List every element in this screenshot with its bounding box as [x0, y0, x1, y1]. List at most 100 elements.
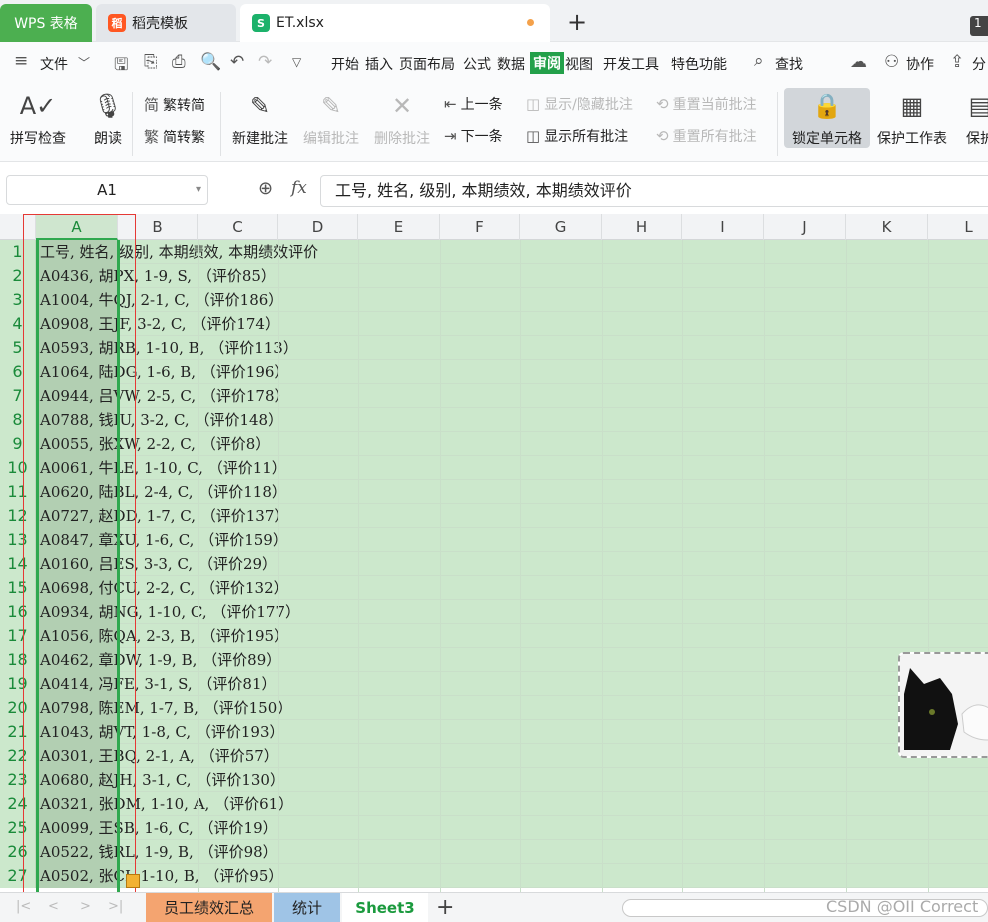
user-collab-icon[interactable]: ⚇ [884, 52, 899, 72]
row-header[interactable]: 27 [0, 864, 36, 888]
column-header-l[interactable]: L [928, 214, 988, 240]
menu-developer[interactable]: 开发工具 [603, 54, 659, 74]
row-header[interactable]: 20 [0, 696, 36, 720]
menu-review[interactable]: 审阅 [530, 52, 564, 74]
chevron-down-icon[interactable]: ﹀ [78, 54, 90, 71]
save-icon[interactable]: 🖫 [114, 52, 128, 81]
new-comment-button[interactable]: ✎ 新建批注 [232, 88, 288, 148]
tab-et-xlsx[interactable]: S ET.xlsx [240, 4, 550, 42]
cloud-sync-icon[interactable]: ☁ [850, 52, 867, 72]
menu-home[interactable]: 开始 [331, 54, 359, 74]
row-header[interactable]: 12 [0, 504, 36, 528]
sheet-tab-sheet3[interactable]: Sheet3 [342, 893, 428, 922]
column-header-b[interactable]: B [118, 214, 198, 240]
row-header[interactable]: 24 [0, 792, 36, 816]
formula-input[interactable]: 工号, 姓名, 级别, 本期绩效, 本期绩效评价 [320, 175, 988, 207]
add-sheet-icon[interactable]: + [436, 895, 454, 920]
menu-data[interactable]: 数据 [497, 54, 525, 74]
row-header[interactable]: 9 [0, 432, 36, 456]
column-header-c[interactable]: C [198, 214, 278, 240]
column-header-f[interactable]: F [440, 214, 520, 240]
column-header-h[interactable]: H [602, 214, 682, 240]
row-header[interactable]: 13 [0, 528, 36, 552]
column-header-g[interactable]: G [520, 214, 602, 240]
row-header[interactable]: 2 [0, 264, 36, 288]
tab-wps-spreadsheet[interactable]: WPS 表格 [0, 4, 92, 42]
column-header-i[interactable]: I [682, 214, 764, 240]
show-hide-comment-button[interactable]: ◫ 显示/隐藏批注 [526, 94, 633, 114]
row-header[interactable]: 5 [0, 336, 36, 360]
show-all-comments-button[interactable]: ◫ 显示所有批注 [526, 126, 628, 146]
lock-cell-button[interactable]: 🔒 锁定单元格 [784, 88, 870, 148]
column-header-j[interactable]: J [764, 214, 846, 240]
collaborate-button[interactable]: 协作 [906, 54, 934, 74]
paste-options-icon[interactable] [126, 874, 140, 888]
undo-icon[interactable]: ↶ [230, 52, 244, 72]
simp-to-trad-button[interactable]: 繁简转繁 [144, 126, 205, 147]
row-header[interactable]: 11 [0, 480, 36, 504]
row-header[interactable]: 6 [0, 360, 36, 384]
read-aloud-button[interactable]: 🎙 朗读 [90, 88, 126, 148]
row-header[interactable]: 22 [0, 744, 36, 768]
delete-comment-button[interactable]: ✕ 删除批注 [374, 88, 430, 148]
redo-icon[interactable]: ↷ [258, 52, 272, 72]
select-all-corner[interactable] [0, 214, 36, 240]
row-header[interactable]: 4 [0, 312, 36, 336]
new-tab-plus-icon[interactable]: + [567, 8, 587, 36]
protect-sheet-button[interactable]: ▦ 保护工作表 [877, 88, 947, 148]
row-header[interactable]: 10 [0, 456, 36, 480]
prev-sheet-icon[interactable]: < [48, 899, 59, 914]
reset-current-comment-button[interactable]: ⟲ 重置当前批注 [656, 94, 757, 114]
protect-workbook-button[interactable]: ▤ 保护 [962, 88, 988, 148]
column-header-k[interactable]: K [846, 214, 928, 240]
reset-all-comments-button[interactable]: ⟲ 重置所有批注 [656, 126, 757, 146]
export-pdf-icon[interactable]: ⎘ [144, 52, 158, 72]
share-icon[interactable]: ⇪ [950, 52, 964, 72]
menu-file[interactable]: 文件 [40, 54, 68, 74]
row-header[interactable]: 17 [0, 624, 36, 648]
row-header[interactable]: 8 [0, 408, 36, 432]
name-box-dropdown-icon[interactable]: ▾ [196, 176, 201, 204]
menu-formulas[interactable]: 公式 [463, 54, 491, 74]
first-sheet-icon[interactable]: |< [16, 899, 31, 914]
spellcheck-button[interactable]: A✓ 拼写检查 [10, 88, 66, 148]
row-header[interactable]: 21 [0, 720, 36, 744]
spreadsheet-grid[interactable]: ABCDEFGHIJKL 1 工号, 姓名, 级别, 本期绩效, 本期绩效评价 2 A… [0, 214, 988, 892]
edit-comment-button[interactable]: ✎ 编辑批注 [303, 88, 359, 148]
row-header[interactable]: 18 [0, 648, 36, 672]
name-box[interactable]: A1 ▾ [6, 175, 208, 205]
row-header[interactable]: 14 [0, 552, 36, 576]
row-header[interactable]: 1 [0, 240, 36, 264]
menu-special-features[interactable]: 特色功能 [671, 54, 727, 74]
last-sheet-icon[interactable]: >| [108, 899, 123, 914]
insert-function-icon[interactable]: fx [291, 178, 307, 198]
tab-daoke-templates[interactable]: 稻 稻壳模板 [96, 4, 236, 42]
row-header[interactable]: 3 [0, 288, 36, 312]
hamburger-menu-icon[interactable]: ≡ [14, 51, 28, 71]
menu-view[interactable]: 视图 [565, 54, 593, 74]
print-icon[interactable]: ⎙ [172, 52, 186, 72]
row-header[interactable]: 25 [0, 816, 36, 840]
menu-page-layout[interactable]: 页面布局 [399, 54, 455, 74]
row-header[interactable]: 26 [0, 840, 36, 864]
floating-cat-image[interactable] [898, 652, 988, 758]
menu-insert[interactable]: 插入 [365, 54, 393, 74]
row-header[interactable]: 15 [0, 576, 36, 600]
column-header-e[interactable]: E [358, 214, 440, 240]
print-preview-icon[interactable]: 🔍 [200, 52, 221, 72]
row-header[interactable]: 7 [0, 384, 36, 408]
column-header-a[interactable]: A [36, 214, 118, 240]
next-sheet-icon[interactable]: > [80, 899, 91, 914]
quick-access-dropdown-icon[interactable]: ▽ [292, 55, 301, 69]
previous-comment-button[interactable]: ⇤ 上一条 [444, 94, 503, 114]
search-icon[interactable]: ⌕ [754, 51, 764, 71]
zoom-formula-icon[interactable]: ⊕ [258, 178, 273, 199]
next-comment-button[interactable]: ⇥ 下一条 [444, 126, 503, 146]
trad-to-simp-button[interactable]: 简繁转简 [144, 94, 205, 115]
row-header[interactable]: 16 [0, 600, 36, 624]
sheet-tab-statistics[interactable]: 统计 [274, 893, 340, 922]
column-header-d[interactable]: D [278, 214, 358, 240]
row-header[interactable]: 23 [0, 768, 36, 792]
sheet-tab-performance-summary[interactable]: 员工绩效汇总 [146, 893, 272, 922]
share-button[interactable]: 分 [972, 54, 986, 74]
